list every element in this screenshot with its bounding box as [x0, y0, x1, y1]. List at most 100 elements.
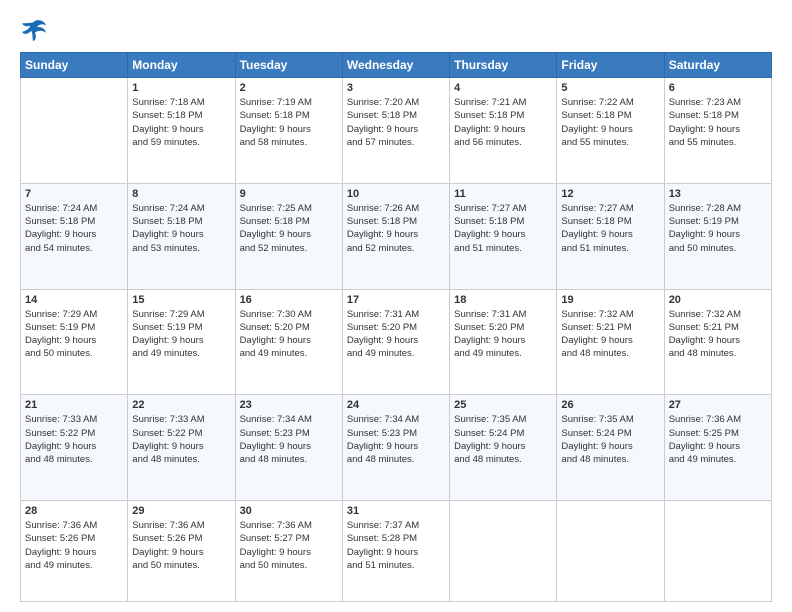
day-info: Sunrise: 7:35 AM Sunset: 5:24 PM Dayligh… — [454, 413, 552, 466]
day-number: 9 — [240, 188, 338, 200]
day-info: Sunrise: 7:29 AM Sunset: 5:19 PM Dayligh… — [25, 308, 123, 361]
calendar-cell: 30 Sunrise: 7:36 AM Sunset: 5:27 PM Dayli… — [235, 501, 342, 602]
calendar-cell: 16 Sunrise: 7:30 AM Sunset: 5:20 PM Dayli… — [235, 289, 342, 395]
calendar-cell: 28Sunrise: 7:36 AM Sunset: 5:26 PM Dayli… — [21, 501, 128, 602]
calendar-cell: 17 Sunrise: 7:31 AM Sunset: 5:20 PM Dayli… — [342, 289, 449, 395]
calendar-cell: 25 Sunrise: 7:35 AM Sunset: 5:24 PM Dayli… — [450, 395, 557, 501]
day-info: Sunrise: 7:28 AM Sunset: 5:19 PM Dayligh… — [669, 202, 767, 255]
day-number: 27 — [669, 399, 767, 411]
calendar-cell: 20 Sunrise: 7:32 AM Sunset: 5:21 PM Dayli… — [664, 289, 771, 395]
calendar-cell: 29 Sunrise: 7:36 AM Sunset: 5:26 PM Dayli… — [128, 501, 235, 602]
day-info: Sunrise: 7:35 AM Sunset: 5:24 PM Dayligh… — [561, 413, 659, 466]
day-info: Sunrise: 7:27 AM Sunset: 5:18 PM Dayligh… — [454, 202, 552, 255]
day-number: 17 — [347, 294, 445, 306]
day-info: Sunrise: 7:30 AM Sunset: 5:20 PM Dayligh… — [240, 308, 338, 361]
day-info: Sunrise: 7:32 AM Sunset: 5:21 PM Dayligh… — [669, 308, 767, 361]
calendar-cell: 1 Sunrise: 7:18 AM Sunset: 5:18 PM Daylig… — [128, 78, 235, 184]
calendar-cell: 9Sunrise: 7:25 AM Sunset: 5:18 PM Daylig… — [235, 183, 342, 289]
calendar-cell: 18 Sunrise: 7:31 AM Sunset: 5:20 PM Dayli… — [450, 289, 557, 395]
day-number: 5 — [561, 82, 659, 94]
day-info: Sunrise: 7:36 AM Sunset: 5:26 PM Dayligh… — [132, 519, 230, 572]
calendar-cell: 4Sunrise: 7:21 AM Sunset: 5:18 PM Daylig… — [450, 78, 557, 184]
calendar-cell: 19 Sunrise: 7:32 AM Sunset: 5:21 PM Dayli… — [557, 289, 664, 395]
day-number: 16 — [240, 294, 338, 306]
day-number: 23 — [240, 399, 338, 411]
calendar-cell — [450, 501, 557, 602]
col-header-saturday: Saturday — [664, 53, 771, 78]
day-number: 4 — [454, 82, 552, 94]
day-info: Sunrise: 7:36 AM Sunset: 5:26 PM Dayligh… — [25, 519, 123, 572]
day-number: 22 — [132, 399, 230, 411]
calendar-cell: 23Sunrise: 7:34 AM Sunset: 5:23 PM Dayli… — [235, 395, 342, 501]
col-header-tuesday: Tuesday — [235, 53, 342, 78]
day-number: 13 — [669, 188, 767, 200]
calendar-cell — [21, 78, 128, 184]
day-info: Sunrise: 7:26 AM Sunset: 5:18 PM Dayligh… — [347, 202, 445, 255]
day-number: 14 — [25, 294, 123, 306]
day-number: 29 — [132, 505, 230, 517]
calendar-table: SundayMondayTuesdayWednesdayThursdayFrid… — [20, 52, 772, 602]
calendar-cell: 8 Sunrise: 7:24 AM Sunset: 5:18 PM Daylig… — [128, 183, 235, 289]
day-number: 8 — [132, 188, 230, 200]
day-info: Sunrise: 7:33 AM Sunset: 5:22 PM Dayligh… — [132, 413, 230, 466]
calendar-cell: 5 Sunrise: 7:22 AM Sunset: 5:18 PM Daylig… — [557, 78, 664, 184]
day-number: 12 — [561, 188, 659, 200]
day-info: Sunrise: 7:23 AM Sunset: 5:18 PM Dayligh… — [669, 96, 767, 149]
col-header-friday: Friday — [557, 53, 664, 78]
calendar-cell: 6 Sunrise: 7:23 AM Sunset: 5:18 PM Daylig… — [664, 78, 771, 184]
day-number: 24 — [347, 399, 445, 411]
calendar-cell: 22 Sunrise: 7:33 AM Sunset: 5:22 PM Dayli… — [128, 395, 235, 501]
calendar-cell: 2 Sunrise: 7:19 AM Sunset: 5:18 PM Daylig… — [235, 78, 342, 184]
day-number: 1 — [132, 82, 230, 94]
calendar-cell: 24 Sunrise: 7:34 AM Sunset: 5:23 PM Dayli… — [342, 395, 449, 501]
calendar-cell: 12Sunrise: 7:27 AM Sunset: 5:18 PM Dayli… — [557, 183, 664, 289]
day-info: Sunrise: 7:31 AM Sunset: 5:20 PM Dayligh… — [347, 308, 445, 361]
calendar-cell: 11 Sunrise: 7:27 AM Sunset: 5:18 PM Dayli… — [450, 183, 557, 289]
header — [20, 18, 772, 42]
calendar-cell: 15 Sunrise: 7:29 AM Sunset: 5:19 PM Dayli… — [128, 289, 235, 395]
day-number: 25 — [454, 399, 552, 411]
calendar-cell: 14 Sunrise: 7:29 AM Sunset: 5:19 PM Dayli… — [21, 289, 128, 395]
logo — [20, 18, 52, 42]
col-header-sunday: Sunday — [21, 53, 128, 78]
day-info: Sunrise: 7:37 AM Sunset: 5:28 PM Dayligh… — [347, 519, 445, 572]
day-number: 15 — [132, 294, 230, 306]
calendar-cell — [557, 501, 664, 602]
day-number: 26 — [561, 399, 659, 411]
col-header-wednesday: Wednesday — [342, 53, 449, 78]
calendar-cell: 26 Sunrise: 7:35 AM Sunset: 5:24 PM Dayli… — [557, 395, 664, 501]
day-info: Sunrise: 7:36 AM Sunset: 5:27 PM Dayligh… — [240, 519, 338, 572]
calendar-cell — [664, 501, 771, 602]
day-info: Sunrise: 7:29 AM Sunset: 5:19 PM Dayligh… — [132, 308, 230, 361]
calendar-cell: 21 Sunrise: 7:33 AM Sunset: 5:22 PM Dayli… — [21, 395, 128, 501]
day-info: Sunrise: 7:32 AM Sunset: 5:21 PM Dayligh… — [561, 308, 659, 361]
day-number: 18 — [454, 294, 552, 306]
day-number: 2 — [240, 82, 338, 94]
calendar-cell: 31Sunrise: 7:37 AM Sunset: 5:28 PM Dayli… — [342, 501, 449, 602]
day-number: 6 — [669, 82, 767, 94]
day-number: 21 — [25, 399, 123, 411]
calendar-cell: 3 Sunrise: 7:20 AM Sunset: 5:18 PM Daylig… — [342, 78, 449, 184]
day-info: Sunrise: 7:19 AM Sunset: 5:18 PM Dayligh… — [240, 96, 338, 149]
day-info: Sunrise: 7:31 AM Sunset: 5:20 PM Dayligh… — [454, 308, 552, 361]
logo-icon — [20, 18, 48, 42]
calendar-cell: 27 Sunrise: 7:36 AM Sunset: 5:25 PM Dayli… — [664, 395, 771, 501]
day-number: 30 — [240, 505, 338, 517]
calendar-cell: 7Sunrise: 7:24 AM Sunset: 5:18 PM Daylig… — [21, 183, 128, 289]
day-number: 10 — [347, 188, 445, 200]
day-info: Sunrise: 7:22 AM Sunset: 5:18 PM Dayligh… — [561, 96, 659, 149]
day-info: Sunrise: 7:18 AM Sunset: 5:18 PM Dayligh… — [132, 96, 230, 149]
day-number: 3 — [347, 82, 445, 94]
day-number: 11 — [454, 188, 552, 200]
page: SundayMondayTuesdayWednesdayThursdayFrid… — [0, 0, 792, 612]
day-info: Sunrise: 7:36 AM Sunset: 5:25 PM Dayligh… — [669, 413, 767, 466]
day-info: Sunrise: 7:34 AM Sunset: 5:23 PM Dayligh… — [347, 413, 445, 466]
col-header-thursday: Thursday — [450, 53, 557, 78]
day-info: Sunrise: 7:33 AM Sunset: 5:22 PM Dayligh… — [25, 413, 123, 466]
day-number: 20 — [669, 294, 767, 306]
day-number: 19 — [561, 294, 659, 306]
day-info: Sunrise: 7:24 AM Sunset: 5:18 PM Dayligh… — [132, 202, 230, 255]
calendar-cell: 10 Sunrise: 7:26 AM Sunset: 5:18 PM Dayli… — [342, 183, 449, 289]
day-info: Sunrise: 7:20 AM Sunset: 5:18 PM Dayligh… — [347, 96, 445, 149]
calendar-cell: 13 Sunrise: 7:28 AM Sunset: 5:19 PM Dayli… — [664, 183, 771, 289]
